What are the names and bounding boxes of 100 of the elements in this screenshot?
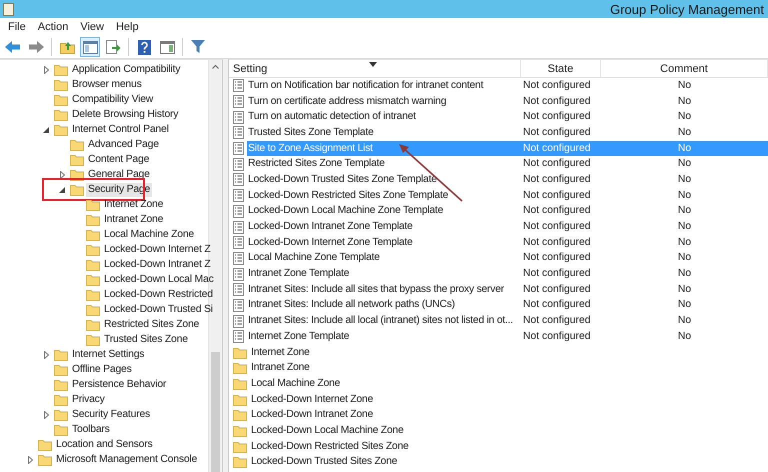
setting-name[interactable]: Locked-Down Trusted Sites Zone Template bbox=[247, 172, 438, 187]
folder-icon bbox=[233, 424, 247, 437]
folder-icon bbox=[233, 456, 247, 468]
setting-name[interactable]: Restricted Sites Zone Template bbox=[247, 157, 386, 172]
comment-cell-text: No bbox=[676, 157, 692, 172]
tree-item[interactable]: General Page bbox=[86, 168, 152, 182]
setting-name[interactable]: Local Machine Zone bbox=[250, 376, 342, 391]
tree-item[interactable]: Compatibility View bbox=[70, 92, 156, 106]
tree-item[interactable]: Internet Settings bbox=[70, 348, 146, 362]
tree-item[interactable]: Local Machine Zone bbox=[102, 228, 196, 242]
state-cell-text: Not configured bbox=[522, 220, 592, 234]
folder-icon bbox=[54, 108, 68, 120]
tree-item[interactable]: Microsoft Management Console bbox=[54, 452, 200, 466]
folder-icon bbox=[86, 318, 100, 330]
setting-name[interactable]: Intranet Sites: Include all sites that bypass the proxy server bbox=[247, 282, 505, 297]
policy-icon bbox=[233, 236, 244, 250]
setting-name[interactable]: Trusted Sites Zone Template bbox=[247, 126, 375, 140]
setting-name[interactable]: Intranet Zone Template bbox=[247, 267, 350, 282]
setting-name[interactable]: Intranet Zone bbox=[250, 361, 311, 376]
tree-item[interactable]: Internet Control Panel bbox=[70, 122, 171, 136]
setting-name[interactable]: Internet Zone Template bbox=[247, 330, 350, 344]
collapsed-triangle-icon[interactable] bbox=[44, 410, 48, 418]
expanded-triangle-icon[interactable] bbox=[59, 186, 65, 192]
setting-name[interactable]: Intranet Sites: Include all network paths (UNCs) bbox=[247, 298, 456, 312]
setting-name[interactable]: Locked-Down Internet Zone Template bbox=[247, 236, 414, 250]
tree-item[interactable]: Content Page bbox=[86, 152, 152, 166]
setting-name[interactable]: Local Machine Zone Template bbox=[247, 251, 381, 266]
tree-item[interactable]: Toolbars bbox=[70, 422, 112, 436]
tree-item[interactable]: Locked-Down Local Mac bbox=[102, 272, 216, 286]
setting-name[interactable]: Locked-Down Local Machine Zone Template bbox=[247, 204, 444, 218]
tree-item[interactable]: Advanced Page bbox=[86, 138, 161, 152]
setting-name[interactable]: Internet Zone bbox=[250, 346, 311, 360]
folder-icon bbox=[54, 378, 68, 390]
setting-name[interactable]: Turn on certificate address mismatch warning bbox=[247, 94, 448, 109]
setting-name[interactable]: Turn on Notification bar notification for intranet content bbox=[247, 78, 484, 93]
menu-item[interactable]: File bbox=[2, 21, 32, 33]
policy-icon bbox=[233, 173, 244, 186]
folder-icon bbox=[54, 124, 68, 136]
app-icon bbox=[3, 2, 14, 16]
tree-item[interactable]: Delete Browsing History bbox=[70, 108, 180, 122]
column-header[interactable]: Setting bbox=[229, 60, 521, 77]
policy-icon bbox=[233, 158, 244, 171]
policy-icon bbox=[233, 189, 244, 202]
tree-item[interactable]: Location and Sensors bbox=[54, 438, 155, 452]
folder-icon bbox=[54, 364, 68, 376]
folder-icon bbox=[86, 214, 100, 226]
comment-cell-text: No bbox=[676, 267, 692, 282]
folder-icon bbox=[86, 258, 100, 270]
tree-item[interactable]: Locked-Down Restricted bbox=[102, 288, 215, 302]
column-header[interactable]: State bbox=[521, 60, 601, 77]
state-cell-text: Not configured bbox=[522, 110, 592, 124]
folder-icon bbox=[54, 348, 68, 360]
comment-cell-text: No bbox=[676, 314, 692, 328]
expanded-triangle-icon[interactable] bbox=[43, 126, 49, 132]
setting-name[interactable]: Locked-Down Intranet Zone bbox=[250, 408, 374, 422]
setting-name[interactable]: Locked-Down Local Machine Zone bbox=[250, 424, 404, 438]
tree-item[interactable]: Security Features bbox=[70, 408, 152, 422]
folder-icon bbox=[38, 454, 52, 466]
tree-item[interactable]: Locked-Down Intranet Z bbox=[102, 258, 212, 272]
collapsed-triangle-icon[interactable] bbox=[44, 66, 48, 74]
state-cell-text: Not configured bbox=[522, 157, 592, 172]
tree-item[interactable]: Offline Pages bbox=[70, 362, 134, 376]
setting-name[interactable]: Locked-Down Trusted Sites Zone bbox=[250, 455, 398, 470]
menu-item[interactable]: View bbox=[74, 21, 110, 33]
setting-name[interactable]: Turn on automatic detection of intranet bbox=[247, 110, 417, 124]
comment-cell-text: No bbox=[676, 78, 692, 93]
scroll-thumb[interactable] bbox=[211, 352, 220, 472]
tree-item[interactable]: Application Compatibility bbox=[70, 62, 182, 76]
tree-item[interactable]: Internet Zone bbox=[102, 198, 166, 212]
policy-icon bbox=[233, 110, 244, 124]
comment-cell-text: No bbox=[676, 236, 692, 250]
menu-item[interactable]: Action bbox=[32, 21, 74, 33]
folder-icon bbox=[86, 244, 100, 256]
folder-icon bbox=[233, 394, 247, 406]
folder-icon bbox=[70, 138, 84, 150]
console-tree-icon[interactable] bbox=[80, 37, 100, 57]
policy-icon bbox=[233, 126, 244, 140]
collapsed-triangle-icon[interactable] bbox=[44, 350, 48, 358]
setting-name[interactable]: Locked-Down Internet Zone bbox=[250, 392, 374, 407]
window-title: Group Policy Management bbox=[610, 2, 764, 16]
tree-item[interactable]: Restricted Sites Zone bbox=[102, 318, 202, 332]
menu-item[interactable]: Help bbox=[110, 21, 145, 33]
comment-cell-text: No bbox=[676, 172, 692, 187]
setting-name[interactable]: Locked-Down Restricted Sites Zone Template bbox=[247, 188, 450, 203]
column-header[interactable]: Comment bbox=[601, 60, 768, 77]
setting-name[interactable]: Locked-Down Intranet Zone Template bbox=[247, 220, 414, 234]
tree-item[interactable]: Trusted Sites Zone bbox=[102, 332, 190, 346]
setting-name[interactable]: Locked-Down Restricted Sites Zone bbox=[250, 440, 410, 454]
tree-item[interactable]: Privacy bbox=[70, 392, 107, 406]
comment-cell-text: No bbox=[676, 330, 692, 344]
tree-item[interactable]: Locked-Down Trusted Si bbox=[102, 302, 215, 316]
setting-name[interactable]: Intranet Sites: Include all local (intranet) sites not listed in ot... bbox=[247, 314, 514, 328]
folder-icon bbox=[86, 304, 100, 316]
tree-item[interactable]: Browser menus bbox=[70, 78, 144, 92]
tree-item[interactable]: Persistence Behavior bbox=[70, 378, 168, 392]
tree-item[interactable]: Locked-Down Internet Z bbox=[102, 242, 212, 256]
tree-item[interactable]: Intranet Zone bbox=[102, 212, 166, 226]
export-list-icon[interactable] bbox=[103, 37, 123, 57]
collapsed-triangle-icon[interactable] bbox=[28, 456, 32, 464]
collapsed-triangle-icon[interactable] bbox=[60, 170, 64, 178]
